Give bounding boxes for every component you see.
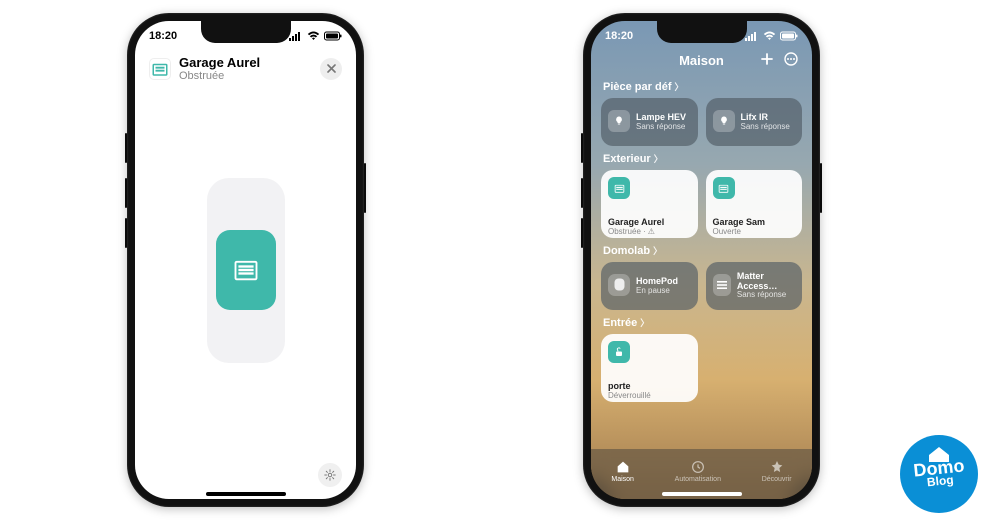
accessory-icon bbox=[149, 58, 171, 80]
detail-subtitle: Obstruée bbox=[179, 70, 260, 82]
section-entry[interactable]: Entrée〉 bbox=[603, 316, 800, 329]
close-button[interactable] bbox=[320, 58, 342, 80]
detail-header: Garage Aurel Obstruée bbox=[135, 51, 356, 90]
ellipsis-circle-icon bbox=[784, 52, 798, 66]
garage-door-icon bbox=[151, 60, 169, 78]
status-time: 18:20 bbox=[149, 30, 177, 42]
tab-automation[interactable]: Automatisation bbox=[675, 459, 721, 483]
chevron-right-icon: 〉 bbox=[640, 316, 649, 329]
phone-frame-right: 18:20 Maison Pièce par déf〉 Lampe HEVSan… bbox=[583, 13, 820, 507]
star-icon bbox=[769, 459, 785, 475]
detail-title: Garage Aurel bbox=[179, 55, 260, 70]
section-default-room[interactable]: Pièce par déf〉 bbox=[603, 80, 800, 93]
battery-icon bbox=[780, 31, 798, 41]
close-icon bbox=[327, 64, 336, 73]
detail-titles: Garage Aurel Obstruée bbox=[179, 55, 260, 82]
notch bbox=[657, 21, 747, 43]
phone-frame-left: 18:20 Garage Aurel Obstruée bbox=[127, 13, 364, 507]
tile-porte[interactable]: porte Déverrouillé bbox=[601, 334, 698, 402]
add-button[interactable] bbox=[760, 52, 774, 69]
screen-right: 18:20 Maison Pièce par déf〉 Lampe HEVSan… bbox=[591, 21, 812, 499]
gear-icon bbox=[323, 468, 337, 482]
homepod-icon bbox=[608, 274, 630, 296]
signal-icon bbox=[289, 31, 303, 41]
garage-door-icon bbox=[713, 177, 735, 199]
wifi-icon bbox=[763, 31, 776, 41]
bulb-icon bbox=[713, 110, 735, 132]
status-icons bbox=[745, 31, 798, 41]
battery-icon bbox=[324, 31, 342, 41]
home-indicator bbox=[662, 492, 742, 496]
tile-matter-accessory[interactable]: Matter Access…Sans réponse bbox=[706, 262, 803, 310]
wifi-icon bbox=[307, 31, 320, 41]
tile-garage-aurel[interactable]: Garage Aurel Obstruée ·⚠︎ bbox=[601, 170, 698, 238]
tile-homepod[interactable]: HomePodEn pause bbox=[601, 262, 698, 310]
brand-logo: DomoBlog bbox=[900, 435, 978, 513]
warning-icon: ⚠︎ bbox=[648, 228, 655, 237]
section-domolab[interactable]: Domolab〉 bbox=[603, 244, 800, 257]
settings-button[interactable] bbox=[318, 463, 342, 487]
plus-icon bbox=[760, 52, 774, 66]
home-title[interactable]: Maison bbox=[679, 53, 724, 68]
signal-icon bbox=[745, 31, 759, 41]
accessory-slider-thumb bbox=[216, 230, 276, 310]
list-icon bbox=[713, 274, 731, 296]
home-header: Maison bbox=[591, 51, 812, 74]
home-body: Pièce par déf〉 Lampe HEVSans réponse Lif… bbox=[591, 74, 812, 402]
home-header-actions bbox=[760, 52, 798, 69]
notch bbox=[201, 21, 291, 43]
garage-door-icon-large bbox=[232, 256, 260, 284]
accessory-slider[interactable] bbox=[207, 178, 285, 363]
screen-left: 18:20 Garage Aurel Obstruée bbox=[135, 21, 356, 499]
more-button[interactable] bbox=[784, 52, 798, 69]
tab-home[interactable]: Maison bbox=[611, 459, 634, 483]
house-icon bbox=[615, 459, 631, 475]
unlock-icon bbox=[608, 341, 630, 363]
section-exterior[interactable]: Exterieur〉 bbox=[603, 152, 800, 165]
garage-door-icon bbox=[608, 177, 630, 199]
home-indicator bbox=[206, 492, 286, 496]
tile-lifx-ir[interactable]: Lifx IRSans réponse bbox=[706, 98, 803, 146]
status-time: 18:20 bbox=[605, 30, 633, 42]
status-icons bbox=[289, 31, 342, 41]
chevron-right-icon: 〉 bbox=[653, 244, 662, 257]
tab-discover[interactable]: Découvrir bbox=[762, 459, 792, 483]
brand-text: DomoBlog bbox=[912, 459, 965, 490]
accessory-control-area bbox=[135, 90, 356, 450]
tile-lampe-hev[interactable]: Lampe HEVSans réponse bbox=[601, 98, 698, 146]
clock-icon bbox=[690, 459, 706, 475]
tile-garage-sam[interactable]: Garage Sam Ouverte bbox=[706, 170, 803, 238]
bulb-icon bbox=[608, 110, 630, 132]
chevron-right-icon: 〉 bbox=[674, 80, 683, 93]
chevron-right-icon: 〉 bbox=[654, 152, 663, 165]
